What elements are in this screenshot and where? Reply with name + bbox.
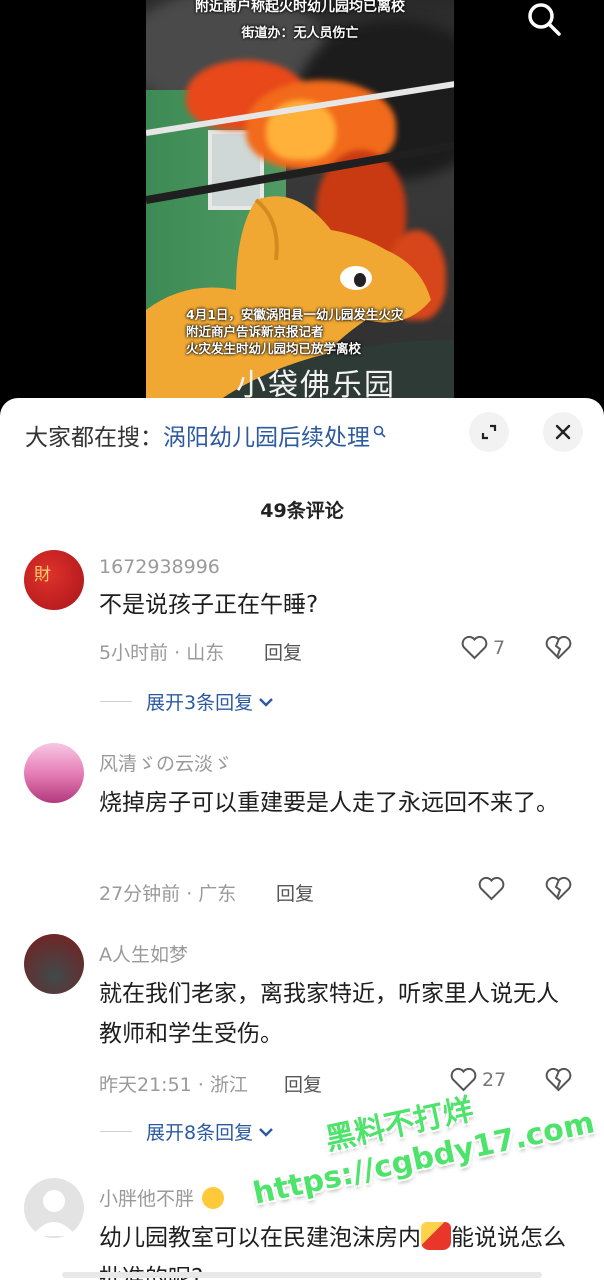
thumbs-up-emoji-icon [421,1222,451,1250]
expand-replies-label: 展开8条回复 [146,1122,254,1144]
dislike-button[interactable] [545,876,572,905]
like-button[interactable]: 27 [450,1067,506,1092]
comment-text-part: 幼儿园教室可以在民建泡沫房内 [99,1225,421,1251]
heart-icon [478,876,505,901]
avatar[interactable]: 財 [24,550,84,610]
comment-meta: 昨天21:51 · 浙江 [99,1074,248,1096]
search-icon [373,425,386,438]
bottom-bar [62,1272,542,1278]
chevron-down-icon [259,1127,273,1137]
video-caption-line-3: 火灾发生时幼儿园均已放学离校 [186,341,362,356]
broken-heart-icon [545,876,572,901]
like-count: 7 [493,636,506,659]
video-caption-title: 附近商户称起火时幼儿园均已离校 [195,0,405,15]
comment-text: 幼儿园教室可以在民建泡沫房内能说说怎么批准的呢? [99,1218,569,1280]
reply-button[interactable]: 回复 [284,1070,322,1097]
comment-sheet: 大家都在搜： 涡阳幼儿园后续处理 49条评论 財 1672938996 不是说孩… [0,398,604,1280]
comment-text: 就在我们老家，离我家特近，听家里人说无人教师和学生受伤。 [99,981,559,1047]
avatar[interactable] [24,1178,84,1238]
search-suggestion-link[interactable]: 涡阳幼儿园后续处理 [163,418,370,452]
comment-count: 49条评论 [260,500,344,522]
divider [100,701,132,702]
like-count: 27 [482,1068,507,1091]
divider [100,1131,132,1132]
video-caption-line-2: 附近商户告诉新京报记者 [186,324,324,339]
like-button[interactable]: 7 [461,635,505,660]
search-suggestion[interactable]: 大家都在搜： 涡阳幼儿园后续处理 [25,418,386,452]
comment-text: 不是说孩子正在午睡? [99,592,319,618]
video-player[interactable]: 小袋佛乐园 附近商户称起火时幼儿园均已离校 街道办：无人员伤亡 4月1日，安徽涡… [0,0,604,410]
expand-button[interactable] [469,412,509,452]
comment-text: 烧掉房子可以重建要是人走了永远回不来了。 [99,790,559,816]
broken-heart-icon [545,635,572,660]
close-icon [555,424,571,440]
comment-username[interactable]: 小胖他不胖 [99,1184,225,1211]
like-button[interactable] [478,876,505,901]
search-button[interactable] [522,0,566,38]
comment-username-text: 小胖他不胖 [99,1188,195,1210]
comment-username[interactable]: A人生如梦 [99,940,188,967]
expand-replies-button[interactable]: 展开8条回复 [100,1118,275,1145]
close-button[interactable] [543,412,583,452]
reply-button[interactable]: 回复 [264,638,302,665]
search-suggestion-prefix: 大家都在搜： [25,425,163,451]
expand-icon [481,424,497,440]
comment-username[interactable]: 1672938996 [99,556,220,578]
grin-emoji-icon [202,1187,225,1209]
reply-button[interactable]: 回复 [276,879,314,906]
expand-replies-label: 展开3条回复 [146,692,254,714]
comment-username[interactable]: 风清ゞの云淡ゞ [99,749,232,776]
expand-replies-button[interactable]: 展开3条回复 [100,688,275,715]
dislike-button[interactable] [545,635,572,664]
broken-heart-icon [545,1067,572,1092]
avatar[interactable] [24,743,84,803]
avatar-glyph: 財 [34,565,51,585]
search-icon [528,3,561,36]
heart-icon [450,1067,477,1092]
video-caption-subtitle: 街道办：无人员伤亡 [241,26,359,41]
dislike-button[interactable] [545,1067,572,1096]
chevron-down-icon [259,697,273,707]
video-frame: 小袋佛乐园 附近商户称起火时幼儿园均已离校 街道办：无人员伤亡 4月1日，安徽涡… [146,0,454,410]
avatar[interactable] [24,934,84,994]
default-avatar-icon [32,1190,76,1236]
comment-meta: 27分钟前 · 广东 [99,883,237,905]
video-caption-line-1: 4月1日，安徽涡阳县一幼儿园发生火灾 [186,307,404,322]
comment-meta: 5小时前 · 山东 [99,642,225,664]
heart-icon [461,635,488,660]
sheet-header: 大家都在搜： 涡阳幼儿园后续处理 [0,398,604,472]
